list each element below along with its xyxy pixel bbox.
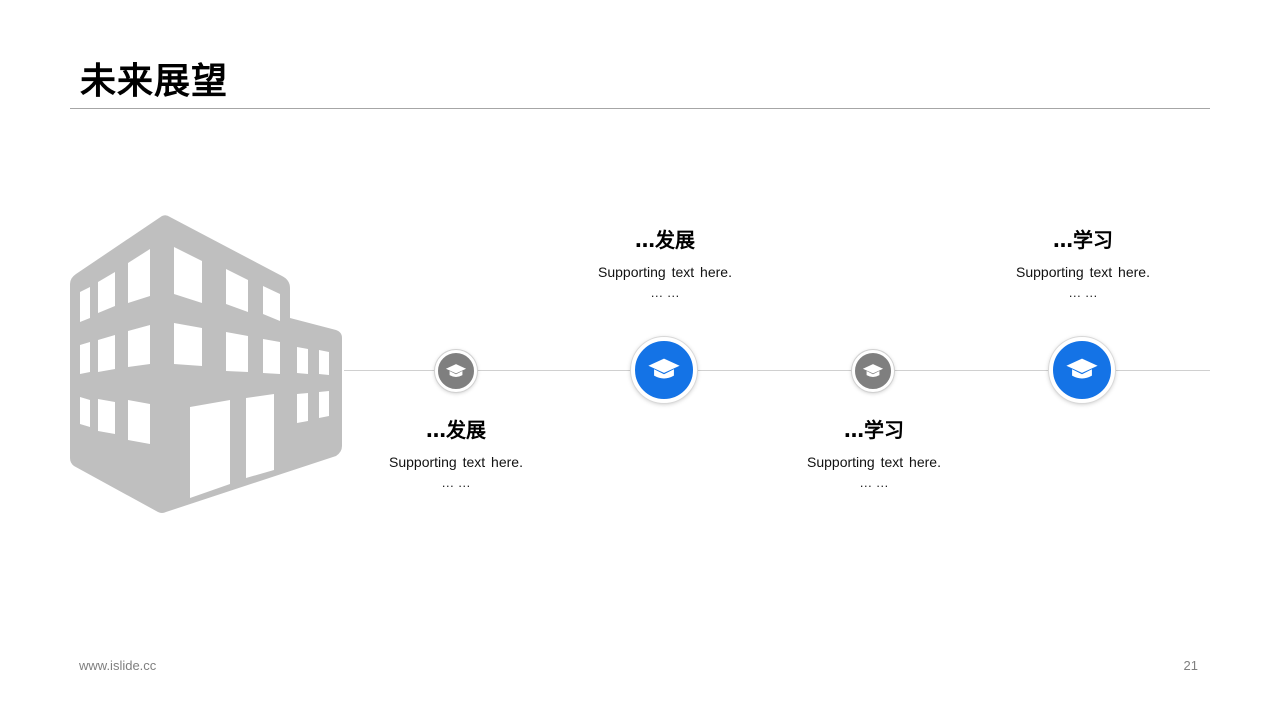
- milestone-heading: …发展: [426, 418, 486, 442]
- milestone-heading: …发展: [635, 228, 695, 252]
- title-divider: [70, 108, 1210, 109]
- milestone-node-2: [631, 337, 697, 403]
- milestone-text: Supporting text here.: [807, 454, 941, 470]
- milestone-label-3: …学习 Supporting text here. … …: [764, 417, 984, 491]
- milestone-heading: …学习: [844, 418, 904, 442]
- milestone-text: Supporting text here.: [1016, 264, 1150, 280]
- graduation-cap-icon: [445, 363, 467, 377]
- milestone-node-1: [435, 350, 477, 392]
- page-title: 未来展望: [80, 61, 229, 102]
- graduation-cap-icon: [1066, 358, 1098, 379]
- milestone-label-2: …发展 Supporting text here. … …: [555, 227, 775, 301]
- page-number: 21: [1183, 658, 1198, 673]
- milestone-ellipsis: … …: [859, 475, 889, 490]
- graduation-cap-icon: [862, 363, 884, 377]
- milestone-ellipsis: … …: [1068, 285, 1098, 300]
- building-icon: [70, 215, 342, 513]
- graduation-cap-icon: [648, 358, 680, 379]
- milestone-text: Supporting text here.: [598, 264, 732, 280]
- milestone-ellipsis: … …: [650, 285, 680, 300]
- milestone-heading: …学习: [1053, 228, 1113, 252]
- milestone-node-3: [852, 350, 894, 392]
- milestone-text: Supporting text here.: [389, 454, 523, 470]
- footer-website[interactable]: www.islide.cc: [79, 658, 156, 673]
- milestone-label-1: …发展 Supporting text here. … …: [346, 417, 566, 491]
- milestone-node-4: [1049, 337, 1115, 403]
- milestone-ellipsis: … …: [441, 475, 471, 490]
- milestone-label-4: …学习 Supporting text here. … …: [973, 227, 1193, 301]
